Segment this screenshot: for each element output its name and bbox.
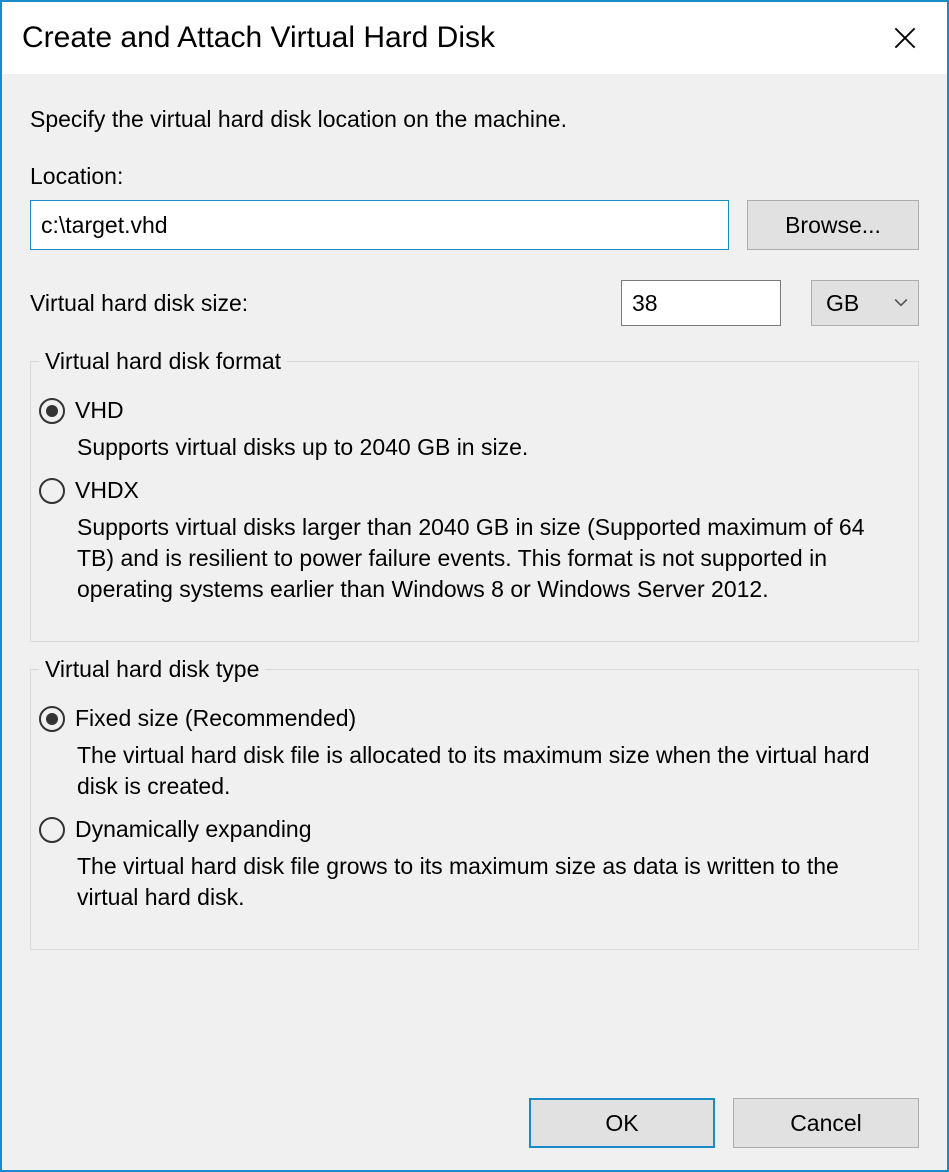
- browse-button[interactable]: Browse...: [747, 200, 919, 250]
- radio-icon: [39, 398, 65, 424]
- format-group: Virtual hard disk format VHD Supports vi…: [30, 348, 919, 642]
- dialog-window: Create and Attach Virtual Hard Disk Spec…: [0, 0, 949, 1172]
- close-button[interactable]: [883, 16, 927, 60]
- radio-icon: [39, 817, 65, 843]
- format-radio-vhd-label: VHD: [75, 397, 124, 424]
- type-radio-dynamic[interactable]: Dynamically expanding: [39, 816, 896, 843]
- type-group: Virtual hard disk type Fixed size (Recom…: [30, 656, 919, 950]
- format-vhd-description: Supports virtual disks up to 2040 GB in …: [77, 432, 896, 463]
- titlebar: Create and Attach Virtual Hard Disk: [2, 2, 947, 74]
- type-legend: Virtual hard disk type: [39, 656, 265, 683]
- format-radio-vhdx[interactable]: VHDX: [39, 477, 896, 504]
- type-radio-dynamic-label: Dynamically expanding: [75, 816, 312, 843]
- radio-icon: [39, 478, 65, 504]
- type-fixed-description: The virtual hard disk file is allocated …: [77, 740, 896, 802]
- size-unit-combo[interactable]: GB: [811, 280, 919, 326]
- format-legend: Virtual hard disk format: [39, 348, 287, 375]
- dialog-title: Create and Attach Virtual Hard Disk: [22, 21, 495, 55]
- size-label: Virtual hard disk size:: [30, 290, 621, 317]
- type-radio-fixed[interactable]: Fixed size (Recommended): [39, 705, 896, 732]
- type-radio-fixed-label: Fixed size (Recommended): [75, 705, 356, 732]
- close-icon: [894, 27, 916, 49]
- instruction-text: Specify the virtual hard disk location o…: [30, 106, 919, 133]
- format-vhdx-description: Supports virtual disks larger than 2040 …: [77, 512, 896, 605]
- format-radio-vhd[interactable]: VHD: [39, 397, 896, 424]
- size-unit-value: GB: [826, 290, 859, 317]
- cancel-button[interactable]: Cancel: [733, 1098, 919, 1148]
- radio-icon: [39, 706, 65, 732]
- location-label: Location:: [30, 163, 919, 190]
- location-input[interactable]: [30, 200, 729, 250]
- type-dynamic-description: The virtual hard disk file grows to its …: [77, 851, 896, 913]
- size-input[interactable]: [621, 280, 781, 326]
- format-radio-vhdx-label: VHDX: [75, 477, 139, 504]
- dialog-footer: OK Cancel: [2, 1082, 947, 1170]
- dialog-content: Specify the virtual hard disk location o…: [2, 74, 947, 1082]
- ok-button[interactable]: OK: [529, 1098, 715, 1148]
- chevron-down-icon: [894, 296, 908, 310]
